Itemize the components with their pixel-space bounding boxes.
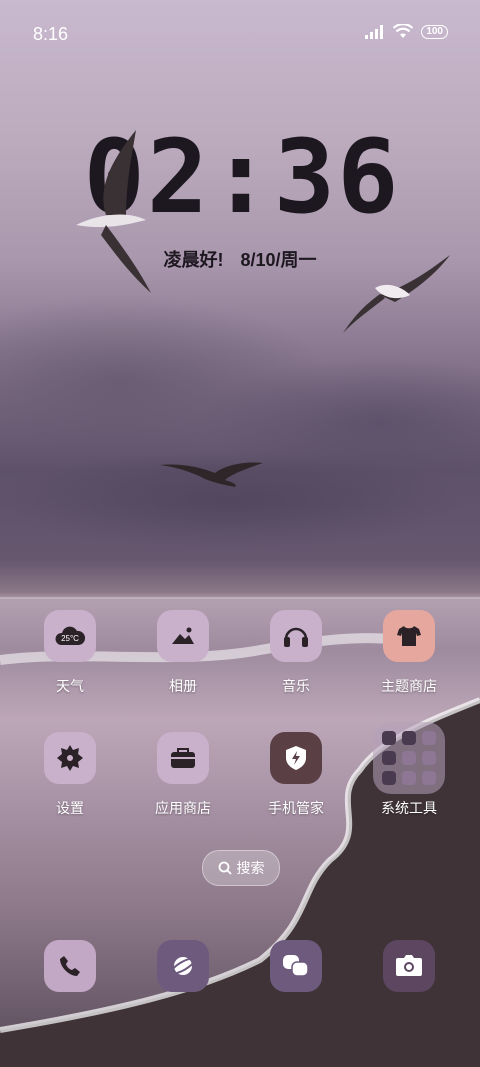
security-shield-icon bbox=[270, 732, 322, 784]
app-label: 音乐 bbox=[282, 678, 310, 694]
app-system-tools-folder[interactable]: 系统工具 bbox=[359, 722, 459, 818]
search-icon bbox=[218, 861, 232, 875]
app-label: 应用商店 bbox=[155, 800, 211, 816]
app-label: 设置 bbox=[56, 800, 84, 816]
status-bar: 8:16 100 bbox=[0, 0, 480, 68]
app-app-store[interactable]: 应用商店 bbox=[133, 732, 233, 818]
gallery-icon bbox=[157, 610, 209, 662]
store-bag-icon bbox=[157, 732, 209, 784]
app-label: 主题商店 bbox=[381, 678, 437, 694]
tshirt-icon bbox=[383, 610, 435, 662]
messages-icon bbox=[270, 940, 322, 992]
battery-indicator: 100 bbox=[421, 24, 448, 39]
app-label: 天气 bbox=[56, 678, 84, 694]
status-time: 8:16 bbox=[33, 24, 69, 44]
dock-browser[interactable] bbox=[133, 940, 233, 992]
seagull-image bbox=[343, 255, 450, 333]
signal-icon bbox=[365, 24, 384, 39]
folder-icon bbox=[373, 722, 445, 794]
app-phone-manager[interactable]: 手机管家 bbox=[246, 732, 346, 818]
search-label: 搜索 bbox=[236, 860, 265, 876]
app-label: 相册 bbox=[169, 678, 197, 694]
app-music[interactable]: 音乐 bbox=[246, 610, 346, 696]
gear-icon bbox=[44, 732, 96, 784]
headphones-icon bbox=[270, 610, 322, 662]
camera-icon bbox=[383, 940, 435, 992]
phone-icon bbox=[44, 940, 96, 992]
wifi-icon bbox=[393, 24, 414, 38]
weather-icon: 25°C bbox=[44, 610, 96, 662]
dock-phone[interactable] bbox=[20, 940, 120, 992]
search-button[interactable]: 搜索 bbox=[202, 850, 280, 886]
app-label: 系统工具 bbox=[381, 800, 437, 816]
seagull-image bbox=[76, 130, 151, 293]
date-text: 8/10/周一 bbox=[240, 250, 317, 270]
seagull-image bbox=[160, 462, 263, 487]
status-icons: 100 bbox=[365, 24, 448, 39]
app-settings[interactable]: 设置 bbox=[20, 732, 120, 818]
app-theme-store[interactable]: 主题商店 bbox=[359, 610, 459, 696]
weather-temp: 25°C bbox=[61, 634, 79, 643]
greeting-text: 凌晨好! bbox=[163, 250, 224, 270]
browser-planet-icon bbox=[157, 940, 209, 992]
dock-messages[interactable] bbox=[246, 940, 346, 992]
dock-camera[interactable] bbox=[359, 940, 459, 992]
app-weather[interactable]: 25°C 天气 bbox=[20, 610, 120, 696]
app-label: 手机管家 bbox=[268, 800, 324, 816]
app-gallery[interactable]: 相册 bbox=[133, 610, 233, 696]
